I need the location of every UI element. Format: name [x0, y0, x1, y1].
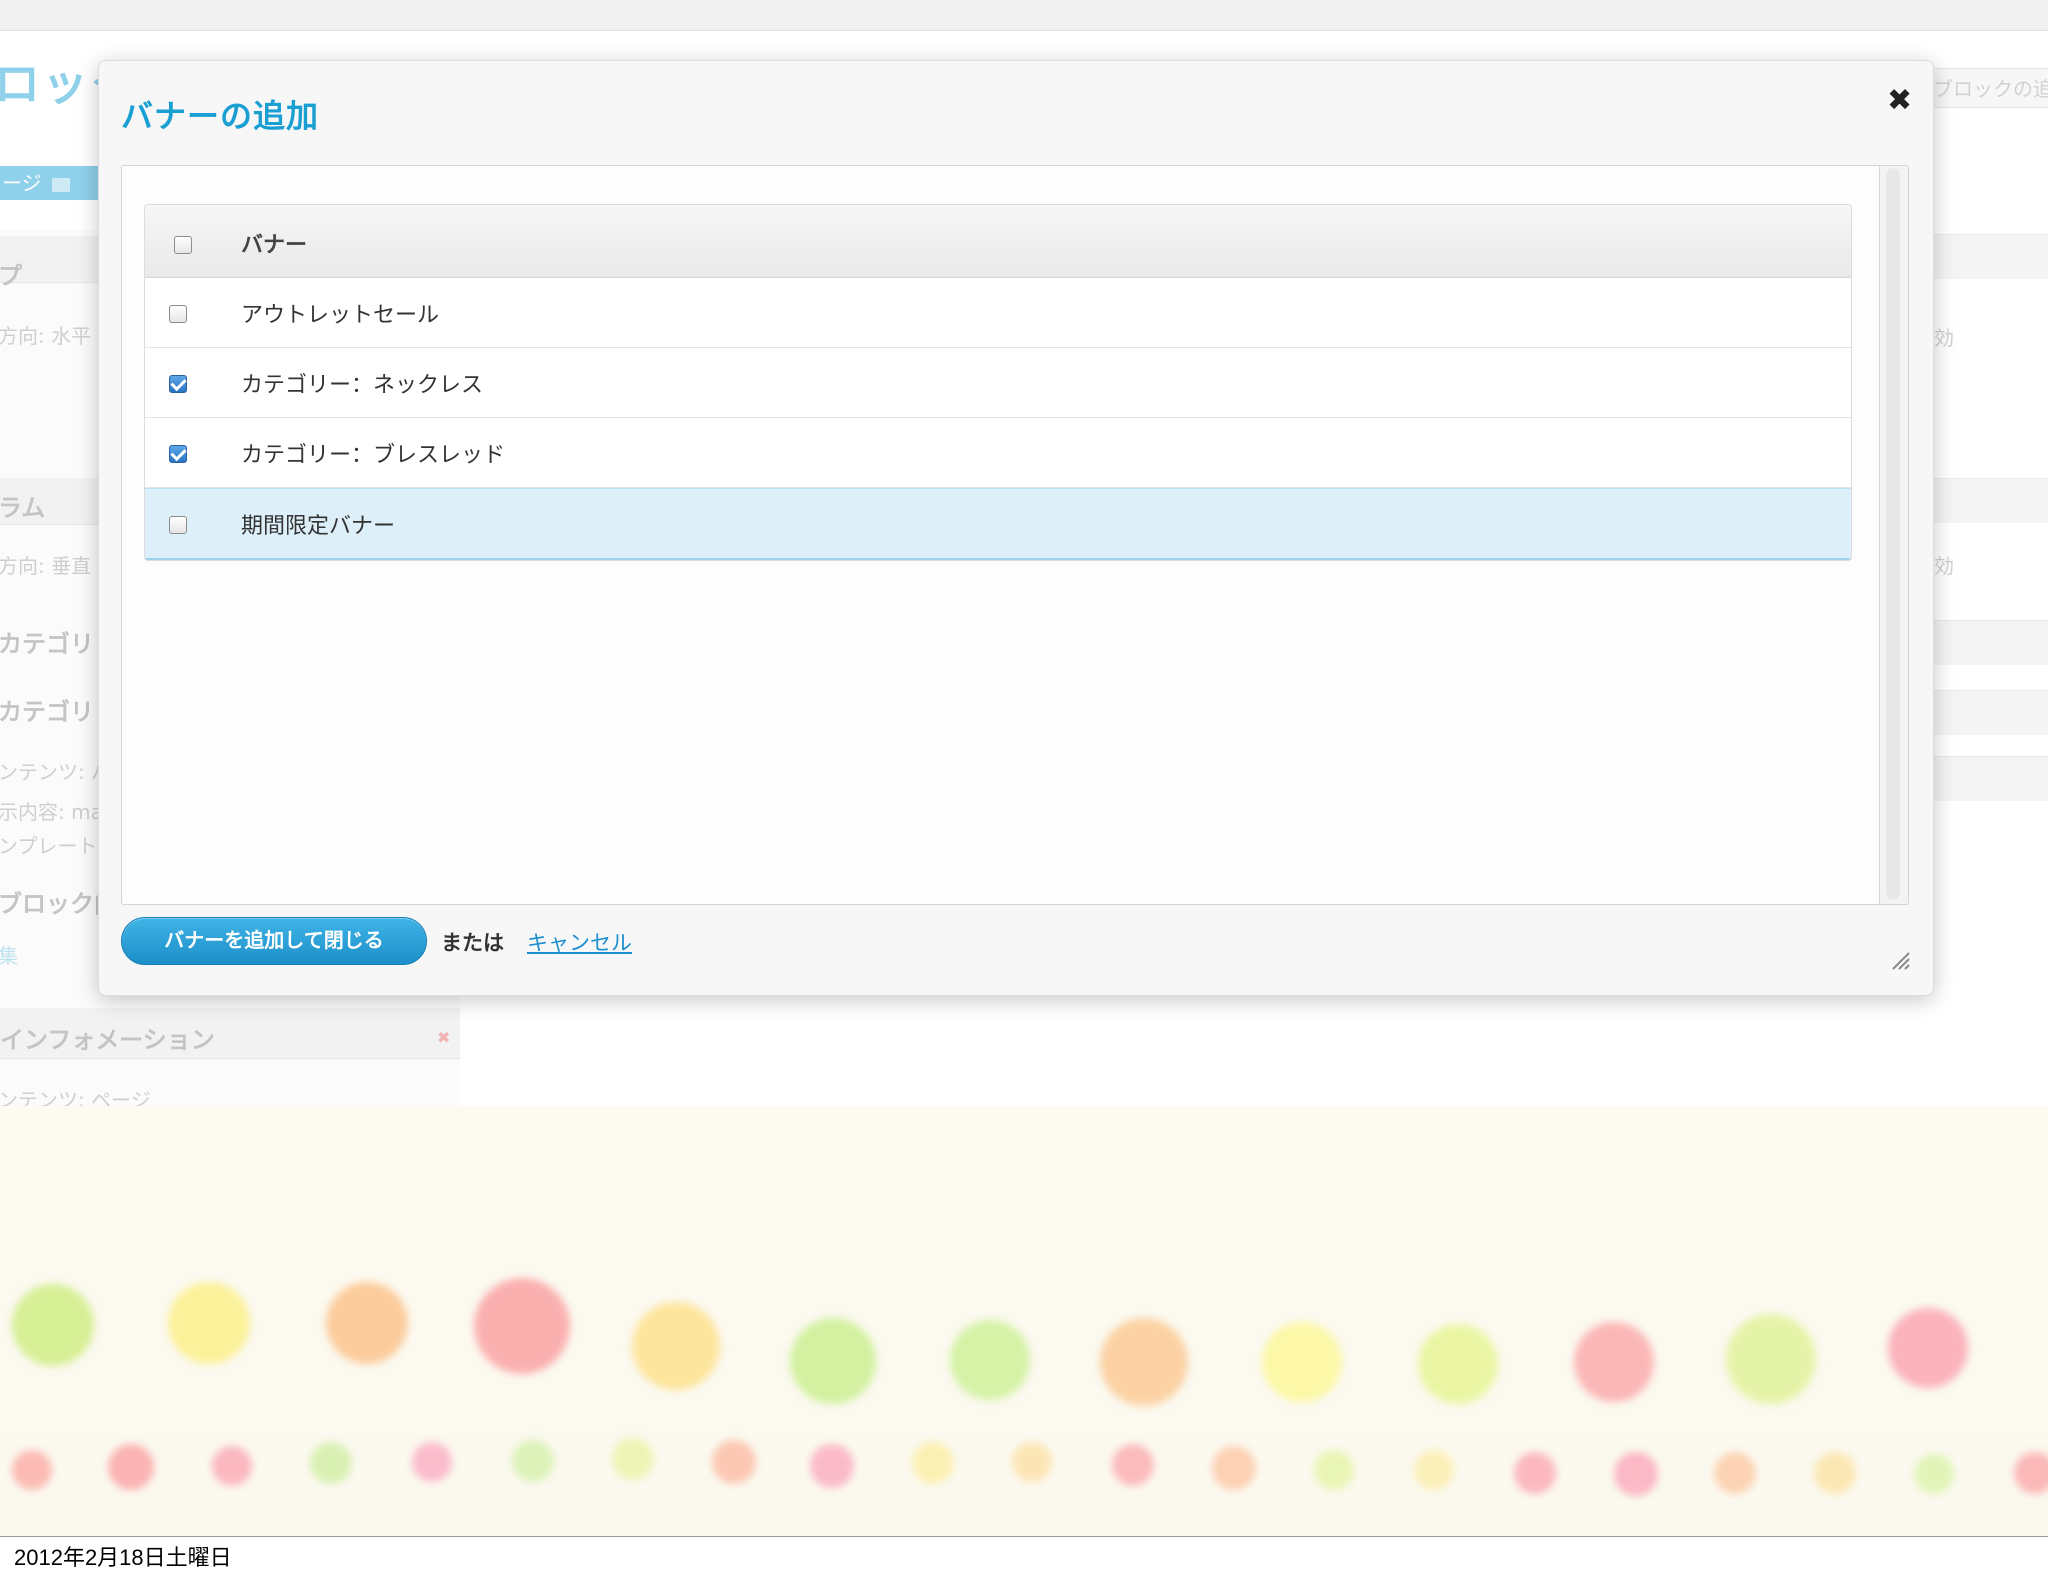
- decor-dot: [412, 1442, 452, 1482]
- decor-dot: [632, 1302, 720, 1390]
- decor-dot: [712, 1440, 756, 1484]
- decor-dot: [1012, 1442, 1052, 1482]
- dialog-body: バナー アウトレットセール カテゴリー：ネックレス カテゴリー：ブレスレッド 期…: [121, 165, 1909, 905]
- decor-dot: [512, 1440, 554, 1482]
- decor-dot: [212, 1446, 252, 1486]
- decor-dot: [12, 1284, 94, 1366]
- background-section-sub: 方向: 垂直: [0, 554, 92, 578]
- row-checkbox[interactable]: [169, 305, 187, 323]
- decor-dot: [912, 1442, 954, 1484]
- background-info-title: インフォメーション: [0, 1026, 215, 1054]
- table-row[interactable]: カテゴリー：ネックレス: [145, 348, 1851, 418]
- table-row[interactable]: 期間限定バナー: [145, 488, 1851, 560]
- decor-dot: [1514, 1452, 1556, 1494]
- row-checkbox[interactable]: [169, 375, 187, 393]
- add-banner-dialog: バナーの追加 ✖ バナー アウトレットセール カテゴリー：ネックレス カテゴリー…: [98, 60, 1934, 996]
- dialog-title: バナーの追加: [121, 97, 320, 135]
- decor-dot: [950, 1320, 1030, 1400]
- decor-dot: [1262, 1322, 1342, 1402]
- slide-date: 2012年2月18日土曜日: [14, 1545, 232, 1570]
- close-icon: ✖: [437, 1028, 451, 1047]
- decor-dot: [810, 1444, 854, 1488]
- banner-name: 期間限定バナー: [241, 514, 396, 539]
- background-right-row: [1930, 756, 2048, 801]
- decor-dot: [474, 1278, 570, 1374]
- banner-table: バナー アウトレットセール カテゴリー：ネックレス カテゴリー：ブレスレッド 期…: [144, 204, 1852, 561]
- table-row[interactable]: カテゴリー：ブレスレッド: [145, 418, 1851, 488]
- or-label: または: [441, 931, 504, 955]
- slide: ロック ージ プ 方向: 水平 ラム 方向: 垂直 カテゴリ・ カテゴリ・ ンテ…: [0, 0, 2048, 1536]
- select-all-checkbox[interactable]: [174, 236, 192, 254]
- row-checkbox[interactable]: [169, 516, 187, 534]
- decor-dot: [1814, 1452, 1856, 1494]
- decor-dot: [790, 1318, 876, 1404]
- table-header: バナー: [145, 205, 1851, 278]
- banner-name: アウトレットセール: [241, 303, 440, 328]
- add-banner-and-close-button[interactable]: バナーを追加して閉じる: [121, 917, 427, 965]
- decor-dot: [1614, 1452, 1658, 1496]
- decor-dot: [1914, 1454, 1954, 1494]
- cancel-link[interactable]: キャンセル: [527, 927, 632, 957]
- background-section-label: ラム: [0, 494, 46, 522]
- decor-dot: [1314, 1450, 1354, 1490]
- background-add-block-button: ブロックの追: [1924, 68, 2048, 108]
- background-right-row: [1930, 690, 2048, 735]
- decor-dot: [168, 1282, 250, 1364]
- background-section-label: プ: [0, 262, 22, 290]
- decor-dot: [1212, 1446, 1256, 1490]
- background-detail: ンプレート:: [0, 834, 105, 858]
- background-status: 効: [1934, 326, 1954, 350]
- decor-dot: [1418, 1324, 1498, 1404]
- decor-dot: [12, 1450, 52, 1490]
- close-icon[interactable]: ✖: [1887, 83, 1912, 118]
- column-header-banner: バナー: [241, 233, 308, 258]
- decor-dot: [612, 1438, 654, 1480]
- background-topbar: [0, 0, 2048, 31]
- background-tab-label: ージ: [2, 171, 42, 195]
- decor-dot: [1100, 1318, 1188, 1406]
- background-right-row: [1930, 478, 2048, 523]
- banner-name: カテゴリー：ブレスレッド: [241, 443, 506, 468]
- scrollbar-thumb[interactable]: [1886, 168, 1900, 900]
- decor-dot: [1414, 1450, 1454, 1490]
- decorative-dots: [0, 1106, 2048, 1536]
- decor-dot: [1714, 1452, 1756, 1494]
- background-status: 効: [1934, 554, 1954, 578]
- decor-dot: [1112, 1444, 1154, 1486]
- decor-dot: [108, 1444, 154, 1490]
- background-right-row: [1930, 620, 2048, 665]
- decor-dot: [1574, 1322, 1654, 1402]
- table-row[interactable]: アウトレットセール: [145, 278, 1851, 348]
- row-checkbox[interactable]: [169, 445, 187, 463]
- tab-icon: [51, 177, 70, 192]
- background-tab: ージ: [0, 166, 98, 200]
- banner-name: カテゴリー：ネックレス: [241, 373, 484, 398]
- resize-grip-icon[interactable]: [1889, 949, 1911, 971]
- background-detail: ンテンツ: バ: [0, 760, 112, 784]
- dialog-footer: バナーを追加して閉じる または キャンセル: [121, 917, 1901, 967]
- background-section-sub: 方向: 水平: [0, 324, 92, 348]
- decor-dot: [1726, 1314, 1816, 1404]
- decor-dot: [310, 1442, 352, 1484]
- decor-dot: [2014, 1452, 2048, 1494]
- vertical-scrollbar[interactable]: [1879, 166, 1908, 904]
- decor-dot: [1888, 1308, 1968, 1388]
- decor-dot: [326, 1282, 408, 1364]
- slide-divider: [0, 1536, 2048, 1537]
- background-right-row: [1930, 234, 2048, 279]
- background-link: 集: [0, 944, 18, 968]
